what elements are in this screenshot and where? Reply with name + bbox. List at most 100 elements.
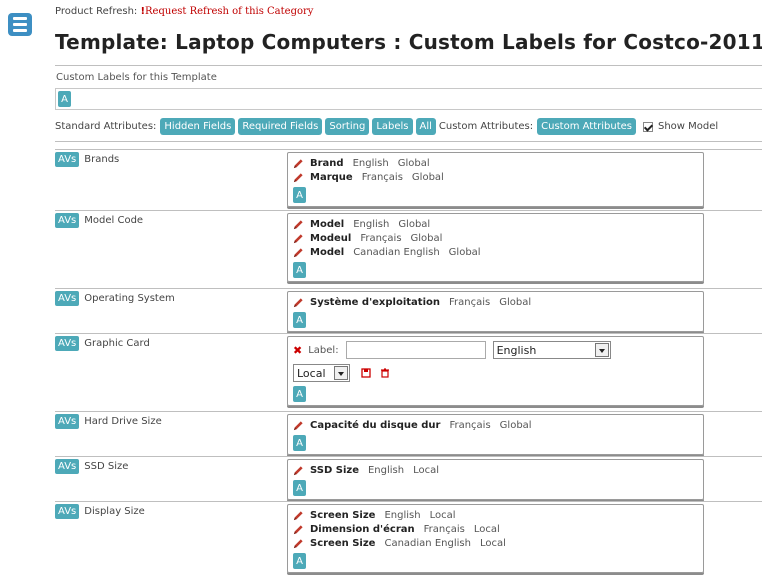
labels-box: Screen Size English Local Dimension d'écran…	[287, 504, 704, 573]
labels-box: Système d'exploitation Français Global A	[287, 291, 704, 332]
custom-labels-heading: Custom Labels for this Template	[56, 72, 217, 83]
label-entry: Model English Global	[293, 217, 698, 231]
label-text: Dimension d'écran	[310, 523, 415, 535]
labels-box: Model English Global Modeul Français Global Mo…	[287, 213, 704, 282]
all-button[interactable]: All	[415, 118, 436, 135]
attribute-name: Graphic Card	[84, 338, 150, 349]
add-label-button[interactable]: A	[293, 187, 306, 203]
label-entry: Screen Size English Local	[293, 508, 698, 522]
attribute-name: Brands	[84, 154, 120, 165]
pencil-icon[interactable]	[293, 538, 304, 549]
custom-attributes-button[interactable]: Custom Attributes	[537, 118, 636, 135]
avs-button[interactable]: AVs	[55, 504, 80, 519]
label-scope: Global	[448, 246, 481, 258]
show-model-checkbox[interactable]	[643, 121, 653, 132]
label-edit-row: ✖ Label: English	[293, 340, 698, 360]
pencil-icon[interactable]	[293, 233, 304, 244]
pencil-icon[interactable]	[293, 524, 304, 535]
pencil-icon[interactable]	[293, 465, 304, 476]
label-language: English	[384, 509, 421, 521]
label-entry: Screen Size Canadian English Local	[293, 536, 698, 550]
floppy-icon[interactable]	[361, 368, 371, 378]
product-refresh: Product Refresh: !Request Refresh of thi…	[55, 6, 313, 17]
show-model-label: Show Model	[658, 121, 719, 132]
label-entry: Modeul Français Global	[293, 231, 698, 245]
label-language: Canadian English	[384, 537, 471, 549]
label-language: Canadian English	[353, 246, 440, 258]
avs-button[interactable]: AVs	[55, 213, 80, 228]
labels-box: Brand English Global Marque Français Global A	[287, 152, 704, 207]
standard-attributes-label: Standard Attributes:	[55, 121, 157, 132]
avs-button[interactable]: AVs	[55, 291, 80, 306]
label-text: Screen Size	[310, 509, 376, 521]
add-label-button[interactable]: A	[293, 262, 306, 278]
pencil-icon[interactable]	[293, 297, 304, 308]
pencil-icon[interactable]	[293, 172, 304, 183]
labels-box: ✖ Label: English Local A	[287, 336, 704, 406]
attribute-name-cell: AVs Display Size	[55, 504, 287, 519]
request-refresh-link[interactable]: Request Refresh of this Category	[145, 6, 313, 17]
label-scope: Local	[413, 464, 440, 476]
attribute-name-cell: AVs Model Code	[55, 213, 287, 228]
attribute-name-cell: AVs Operating System	[55, 291, 287, 306]
label-text: Marque	[310, 171, 353, 183]
add-label-button[interactable]: A	[293, 553, 306, 569]
add-label-button[interactable]: A	[293, 386, 306, 402]
label-entry: Capacité du disque dur Français Global	[293, 418, 698, 432]
attribute-name: Hard Drive Size	[84, 416, 162, 427]
avs-button[interactable]: AVs	[55, 336, 80, 351]
attribute-row: AVs Display Size Screen Size English Local Di…	[55, 501, 762, 579]
delete-x-icon[interactable]: ✖	[293, 344, 302, 357]
label-scope: Local	[429, 509, 456, 521]
refresh-prefix: Product Refresh:	[55, 6, 138, 17]
attribute-row: AVs Brands Brand English Global Marque Françai…	[55, 149, 762, 210]
label-scope: Global	[397, 157, 430, 169]
label-language: Français	[361, 171, 403, 183]
label-input[interactable]	[345, 341, 486, 359]
label-language: English	[353, 218, 390, 230]
attribute-name-cell: AVs Hard Drive Size	[55, 414, 287, 429]
avs-button[interactable]: AVs	[55, 459, 80, 474]
divider	[55, 65, 762, 66]
avs-button[interactable]: AVs	[55, 414, 80, 429]
required-fields-button[interactable]: Required Fields	[238, 118, 323, 135]
hidden-fields-button[interactable]: Hidden Fields	[160, 118, 236, 135]
scope-select[interactable]: Local	[293, 364, 350, 382]
chevron-down-icon	[334, 366, 348, 380]
add-label-button[interactable]: A	[293, 435, 306, 451]
pencil-icon[interactable]	[293, 420, 304, 431]
attribute-name: Operating System	[84, 293, 175, 304]
label-scope: Global	[411, 171, 444, 183]
add-label-button[interactable]: A	[293, 312, 306, 328]
avs-button[interactable]: AVs	[55, 152, 80, 167]
label-text: Brand	[310, 157, 344, 169]
pencil-icon[interactable]	[293, 247, 304, 258]
pencil-icon[interactable]	[293, 510, 304, 521]
attribute-row: AVs Hard Drive Size Capacité du disque dur…	[55, 411, 762, 456]
scope-edit-row: Local	[293, 363, 698, 383]
attribute-name: Model Code	[84, 215, 144, 226]
pencil-icon[interactable]	[293, 219, 304, 230]
label-prompt: Label:	[308, 344, 339, 356]
label-entry: Brand English Global	[293, 156, 698, 170]
attribute-name-cell: AVs Brands	[55, 152, 287, 167]
attribute-rows: AVs Brands Brand English Global Marque Françai…	[55, 149, 762, 579]
menu-button[interactable]	[8, 13, 32, 36]
pencil-icon[interactable]	[293, 158, 304, 169]
labels-button[interactable]: Labels	[372, 118, 413, 135]
label-entry: Système d'exploitation Français Global	[293, 295, 698, 309]
label-language: English	[367, 464, 405, 476]
attribute-name: SSD Size	[84, 461, 129, 472]
language-select[interactable]: English	[492, 341, 611, 359]
label-language: Français	[449, 419, 491, 431]
hamburger-icon	[13, 17, 27, 20]
add-label-button[interactable]: A	[293, 480, 306, 496]
sorting-button[interactable]: Sorting	[325, 118, 370, 135]
add-template-label-button[interactable]: A	[58, 91, 71, 107]
trash-icon[interactable]	[380, 368, 390, 378]
label-text: SSD Size	[310, 464, 359, 476]
label-entry: Model Canadian English Global	[293, 245, 698, 259]
custom-attributes-label: Custom Attributes:	[438, 121, 534, 132]
labels-box: SSD Size English Local A	[287, 459, 704, 500]
attributes-bar: Standard Attributes: Hidden Fields Requi…	[55, 118, 762, 135]
